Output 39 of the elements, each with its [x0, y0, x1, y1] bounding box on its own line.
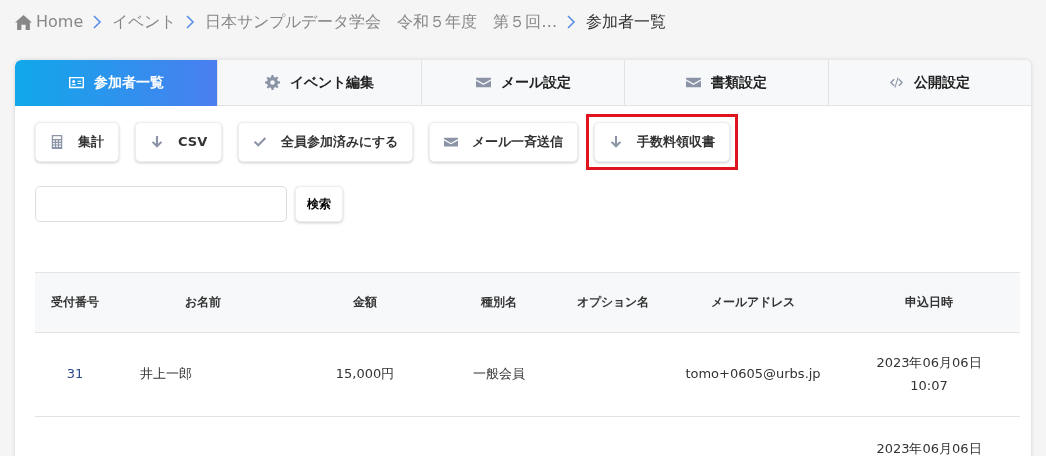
tab[interactable]: メール設定	[420, 60, 625, 106]
action-button[interactable]: 全員参加済みにする	[238, 122, 414, 162]
action-button[interactable]: 手数料領収書	[594, 122, 731, 162]
check-icon	[253, 134, 268, 149]
envelope-icon	[685, 75, 701, 90]
column-header: 種別名	[440, 272, 558, 332]
number-cell: 31	[66, 366, 84, 382]
email-cell: tomo+0605@urbs.jp	[685, 366, 821, 382]
code-icon	[889, 75, 905, 90]
column-header: メールアドレス	[668, 272, 838, 332]
column-header: 金額	[290, 272, 440, 332]
tab[interactable]: 公開設定	[827, 60, 1031, 106]
action-button[interactable]: CSV	[135, 122, 223, 162]
search-button[interactable]: 検索	[295, 185, 343, 222]
chevron-right-icon	[567, 15, 577, 29]
tab[interactable]: 書類設定	[624, 60, 828, 106]
chevron-right-icon	[186, 15, 196, 29]
column-header: 受付番号	[35, 272, 115, 332]
calculator-icon	[50, 134, 64, 149]
gear-icon	[265, 75, 281, 90]
tab[interactable]: イベント編集	[217, 60, 421, 106]
name-cell: 井上一郎	[140, 366, 192, 382]
down-arrow-icon	[609, 134, 624, 149]
column-header: お名前	[115, 272, 290, 332]
search-field[interactable]	[35, 185, 287, 222]
down-arrow-icon	[150, 134, 164, 149]
type-cell: 一般会員	[473, 366, 525, 382]
column-header: オプション名	[558, 272, 668, 332]
amount-cell: 15,000円	[335, 366, 395, 382]
column-header: 申込日時	[838, 272, 1020, 332]
date-cell: 2023年06月06日 10:07	[876, 354, 982, 393]
date-cell: 2023年06月06日	[876, 440, 982, 456]
breadcrumb-current: 参加者一覧	[586, 11, 667, 33]
envelope-icon	[475, 75, 491, 90]
action-button[interactable]: メール一斉送信	[429, 122, 579, 162]
action-button[interactable]: 集計	[35, 122, 119, 162]
id-card-icon	[68, 75, 84, 90]
chevron-right-icon	[93, 15, 103, 29]
home-icon	[15, 13, 32, 31]
